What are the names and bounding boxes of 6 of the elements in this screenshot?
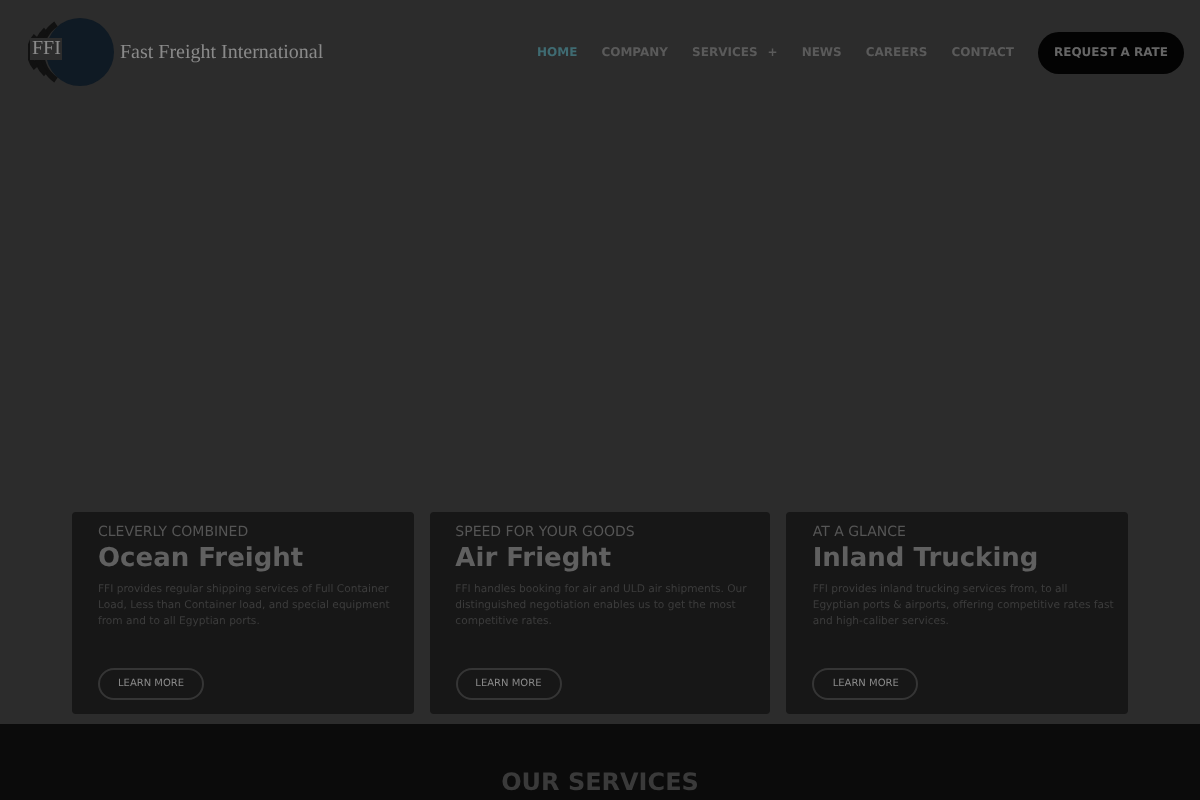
company-name: Fast Freight International [120,41,324,63]
card-title: Air Frieght [455,544,614,574]
card-title: Ocean Freight [98,544,306,574]
card-title: Inland Trucking [812,544,1041,574]
logo-text: FFI [30,38,63,60]
globe-logo-icon [28,12,116,92]
